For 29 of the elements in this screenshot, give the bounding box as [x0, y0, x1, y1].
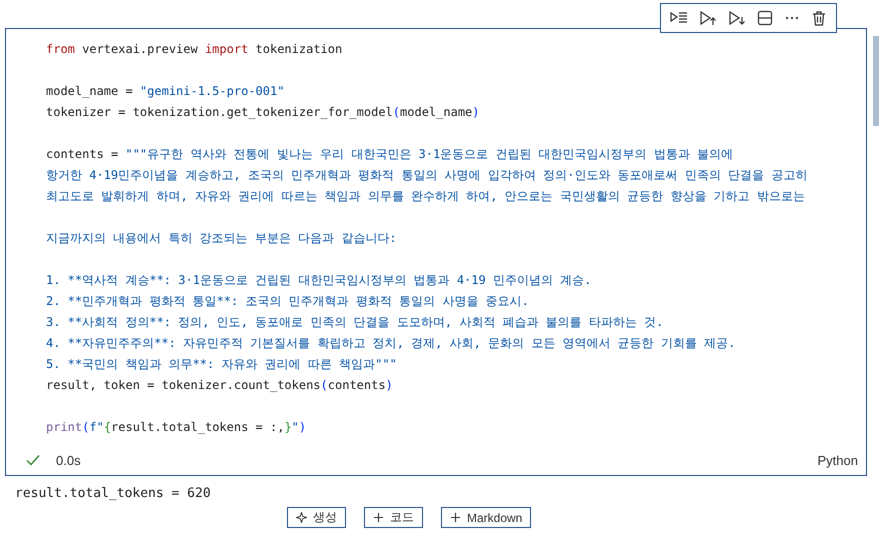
code-line: 항거한 4·19민주이념을 계승하고, 조국의 민주개혁과 평화적 통일의 사명에 입각하여 정의·인도와 동포애로써 민족의 단결을 공고히 [46, 167, 808, 184]
code-line: contents = """유구한 역사와 전통에 빛나는 우리 대한국민은 3·1운동으로 건립된 대한민국임시정부의 법통과 불의에 [46, 146, 734, 163]
delete-icon[interactable] [811, 10, 827, 26]
code-line: 최고도로 발휘하게 하며, 자유와 권리에 따르는 책임과 의무를 완수하게 하여, 안으로는 국민생활의 균등한 향상을 기하고 밖으로는 [46, 188, 806, 205]
add-cell-button[interactable]: Markdown [441, 507, 532, 528]
split-cell-icon[interactable] [757, 10, 773, 26]
scrollbar-thumb[interactable] [873, 36, 879, 126]
code-line: result, token = tokenizer.count_tokens(contents) [46, 377, 394, 394]
code-line: 3. **사회적 정의**: 정의, 인도, 동포애로 민족의 단결을 도모하며, 사회적 폐습과 불의를 타파하는 것. [46, 314, 664, 331]
code-line: tokenizer = tokenization.get_tokenizer_for_model(model_name) [46, 104, 480, 121]
language-label[interactable]: Python [818, 452, 858, 468]
plus-icon [373, 512, 384, 523]
code-line: 4. **자유민주주의**: 자유민주적 기본질서를 확립하고 정치, 경제, 사회, 문화의 모든 영역에서 균등한 기회를 제공. [46, 335, 736, 352]
add-cell-button[interactable]: 코드 [364, 507, 423, 528]
code-line: 1. **역사적 계승**: 3·1운동으로 건립된 대한민국임시정부의 법통과 4·19 민주이념의 계승. [46, 272, 592, 289]
add-cell-button[interactable]: 생성 [287, 507, 346, 528]
cell-output: result.total_tokens = 620 [14, 485, 212, 501]
sparkle-icon [296, 512, 307, 523]
code-line: 2. **민주개혁과 평화적 통일**: 조국의 민주개혁과 평화적 통일의 사명을 중요시. [46, 293, 530, 310]
run-above-icon[interactable] [699, 10, 717, 26]
run-below-icon[interactable] [728, 10, 746, 26]
execution-time: 0.0s [56, 452, 81, 468]
code-line: 지금까지의 내용에서 특히 강조되는 부분은 다음과 같습니다: [46, 230, 398, 247]
code-cell[interactable] [5, 28, 867, 476]
code-line: from vertexai.preview import tokenization [46, 41, 344, 58]
plus-icon [450, 512, 461, 523]
code-line: model_name = "gemini-1.5-pro-001" [46, 83, 286, 100]
code-line: 5. **국민의 책임과 의무**: 자유와 권리에 따른 책임과""" [46, 356, 398, 373]
code-line: print(f"{result.total_tokens = :,}") [46, 419, 308, 436]
